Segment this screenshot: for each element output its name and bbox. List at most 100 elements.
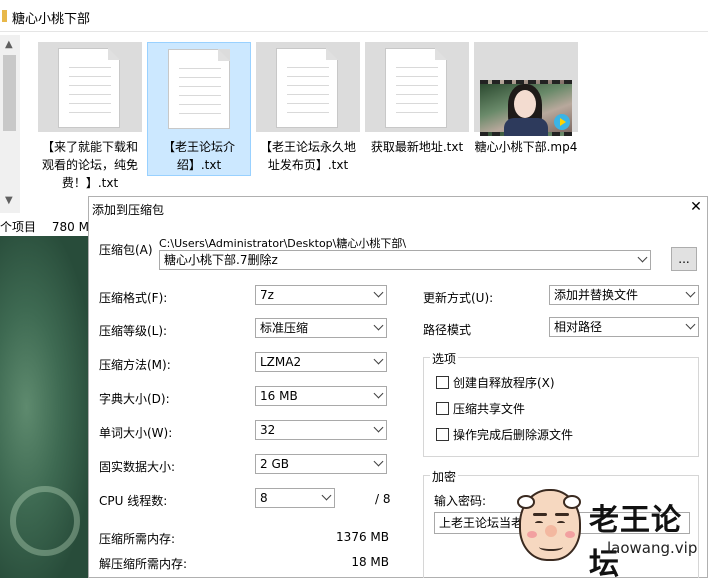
document-line [179, 68, 221, 69]
level-value: 标准压缩 [260, 321, 309, 335]
update-mode-label: 更新方式(U): [423, 291, 494, 305]
compress-shared-checkbox[interactable]: 压缩共享文件 [436, 400, 525, 417]
dictionary-value: 16 MB [260, 389, 298, 403]
close-icon[interactable]: ✕ [689, 200, 703, 214]
scrollbar-thumb[interactable] [3, 55, 16, 131]
checkbox-icon[interactable] [436, 376, 449, 389]
text-document-icon [168, 49, 230, 129]
solid-size-select[interactable]: 2 GB [255, 454, 387, 474]
file-thumbnail [147, 42, 251, 132]
cpu-threads-label: CPU 线程数: [99, 494, 168, 508]
checkbox-icon[interactable] [436, 402, 449, 415]
word-size-label: 单词大小(W): [99, 426, 173, 440]
password-value: 上老王论坛当老 [439, 516, 524, 530]
document-line [396, 94, 438, 95]
file-name: 获取最新地址.txt [370, 140, 464, 154]
document-line [69, 85, 111, 86]
file-name: 【老王论坛永久地址发布页】.txt [259, 140, 356, 172]
chevron-down-icon[interactable] [685, 287, 696, 298]
level-select[interactable]: 标准压缩 [255, 318, 387, 338]
path-mode-label: 路径模式 [423, 323, 472, 337]
document-line [396, 85, 438, 86]
text-document-icon [385, 48, 447, 128]
document-line [287, 76, 329, 77]
chevron-down-icon[interactable] [373, 388, 384, 399]
document-line [287, 112, 329, 113]
cartoon-face-icon [517, 489, 581, 561]
document-line [69, 112, 111, 113]
method-select[interactable]: LZMA2 [255, 352, 387, 372]
status-bar: 个项目 780 MB [0, 218, 97, 235]
update-mode-value: 添加并替换文件 [554, 288, 639, 302]
vertical-scrollbar[interactable]: ▲ ▼ [0, 35, 20, 213]
dictionary-label: 字典大小(D): [99, 392, 170, 406]
desktop-background [0, 236, 88, 578]
compress-memory-value: 1376 MB [336, 530, 389, 544]
chevron-down-icon[interactable] [321, 490, 332, 501]
chevron-down-icon[interactable] [637, 252, 648, 263]
archive-name-value: 糖心小桃下部.7删除z [164, 253, 278, 267]
chevron-down-icon[interactable] [373, 422, 384, 433]
document-line [179, 86, 221, 87]
document-line [179, 113, 221, 114]
cpu-threads-select[interactable]: 8 [255, 488, 335, 508]
document-line [179, 77, 221, 78]
file-thumbnail [38, 42, 142, 132]
scroll-down-icon[interactable]: ▼ [5, 195, 13, 206]
text-document-icon [58, 48, 120, 128]
dialog-title: 添加到压缩包 [92, 203, 165, 217]
document-line [396, 76, 438, 77]
decompress-memory-label: 解压缩所需内存: [99, 557, 188, 571]
video-thumbnail [480, 80, 572, 136]
chevron-down-icon[interactable] [373, 320, 384, 331]
encryption-legend: 加密 [430, 468, 459, 485]
solid-size-label: 固实数据大小: [99, 460, 176, 474]
checkbox-icon[interactable] [436, 428, 449, 441]
watermark-url: laowang.vip [607, 539, 698, 557]
password-label: 输入密码: [434, 494, 487, 508]
chevron-down-icon[interactable] [373, 287, 384, 298]
document-line [396, 67, 438, 68]
chevron-down-icon[interactable] [685, 319, 696, 330]
decompress-memory-value: 18 MB [351, 555, 389, 569]
delete-after-label: 操作完成后删除源文件 [453, 428, 574, 442]
file-name: 【来了就能下载和观看的论坛，纯免费！】.txt [41, 140, 138, 190]
format-select[interactable]: 7z [255, 285, 387, 305]
file-thumbnail [256, 42, 360, 132]
cpu-threads-value: 8 [260, 491, 268, 505]
document-line [69, 94, 111, 95]
document-line [179, 104, 221, 105]
explorer-title: 糖心小桃下部 [12, 12, 91, 27]
solid-size-value: 2 GB [260, 457, 289, 471]
document-line [287, 85, 329, 86]
level-label: 压缩等级(L): [99, 324, 168, 338]
watermark-title: 老王论坛 [589, 503, 682, 578]
item-count: 个项目 [0, 220, 37, 234]
compress-shared-label: 压缩共享文件 [453, 402, 526, 416]
delete-after-checkbox[interactable]: 操作完成后删除源文件 [436, 426, 573, 443]
create-sfx-label: 创建自释放程序(X) [453, 376, 555, 390]
format-value: 7z [260, 288, 274, 302]
method-value: LZMA2 [260, 355, 302, 369]
method-label: 压缩方法(M): [99, 358, 171, 372]
document-line [287, 103, 329, 104]
create-sfx-checkbox[interactable]: 创建自释放程序(X) [436, 374, 555, 391]
archive-label: 压缩包(A) [99, 243, 153, 257]
scroll-up-icon[interactable]: ▲ [5, 39, 13, 50]
explorer-titlebar: 糖心小桃下部 [0, 0, 708, 32]
compress-memory-label: 压缩所需内存: [99, 532, 176, 546]
folder-icon [2, 10, 7, 22]
cpu-threads-max: / 8 [375, 492, 391, 506]
dictionary-select[interactable]: 16 MB [255, 386, 387, 406]
archive-name-input[interactable]: 糖心小桃下部.7删除z [159, 250, 651, 270]
document-line [287, 67, 329, 68]
chevron-down-icon[interactable] [373, 354, 384, 365]
update-mode-select[interactable]: 添加并替换文件 [549, 285, 699, 305]
file-name: 糖心小桃下部.mp4 [474, 140, 578, 154]
word-size-select[interactable]: 32 [255, 420, 387, 440]
chevron-down-icon[interactable] [373, 456, 384, 467]
path-mode-select[interactable]: 相对路径 [549, 317, 699, 337]
browse-button[interactable]: ... [671, 247, 697, 271]
word-size-value: 32 [260, 423, 276, 437]
watermark-logo: 老王论坛 laowang.vip [517, 487, 707, 578]
